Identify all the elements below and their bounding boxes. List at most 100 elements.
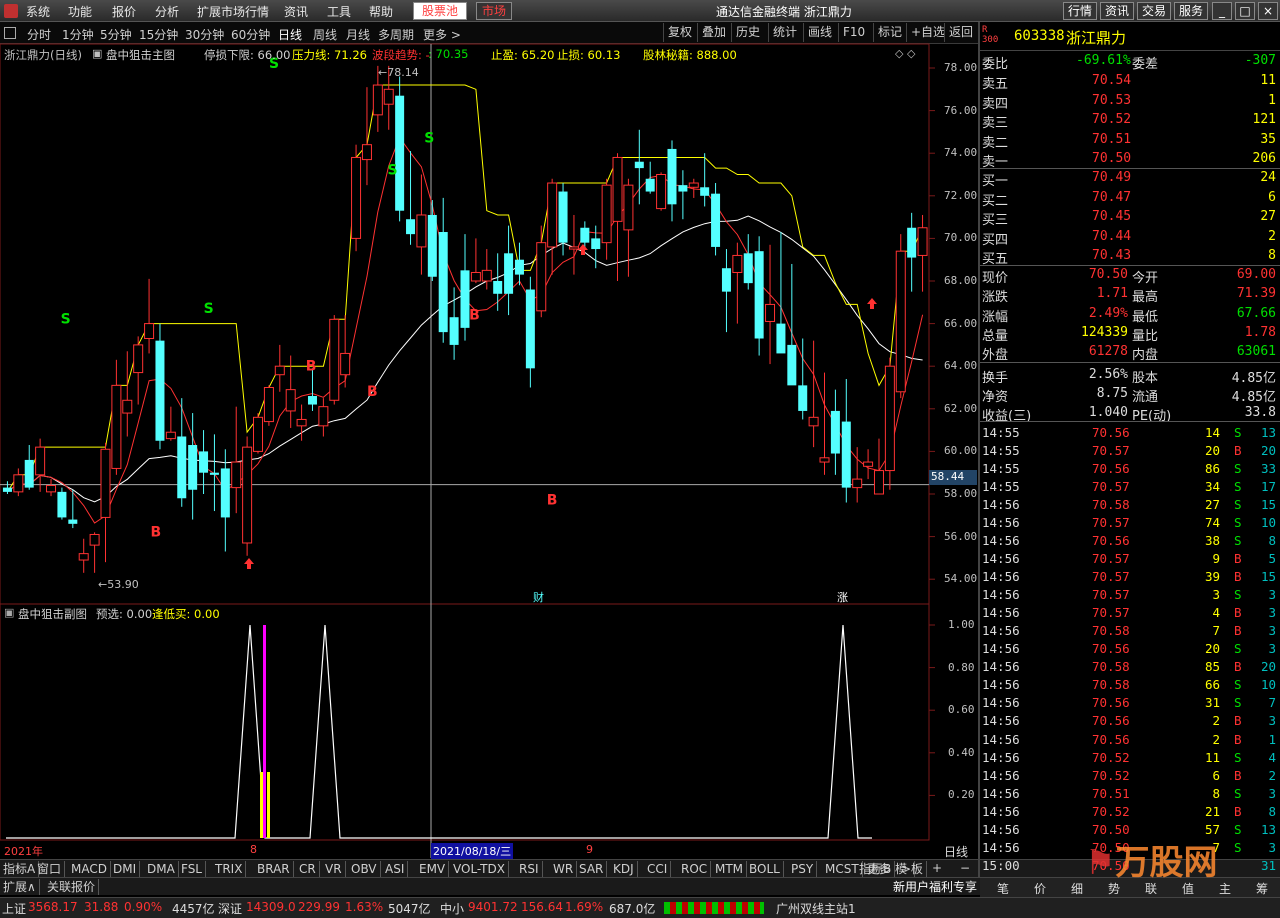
crosshair-date-label: 2021/08/18/三 bbox=[431, 843, 514, 859]
indicator-tab-emv[interactable]: EMV bbox=[416, 861, 450, 877]
welfare-link[interactable]: 新用户福利专享 bbox=[890, 879, 982, 895]
ask-row[interactable]: 卖二 70.51 35 bbox=[980, 131, 1280, 151]
tick-row: 14:55 70.56 86 S 33 bbox=[980, 460, 1280, 478]
news-tab-button[interactable]: 资讯 bbox=[1100, 2, 1134, 20]
candle-body-up bbox=[318, 406, 329, 427]
add-tab-icon[interactable]: + bbox=[932, 861, 942, 875]
indicator-right-tab[interactable]: 指标B bbox=[856, 861, 896, 877]
indicator-tab-psy[interactable]: PSY bbox=[788, 861, 818, 877]
indicator-tab-fsl[interactable]: FSL bbox=[178, 861, 206, 877]
bid-row[interactable]: 买五 70.43 8 bbox=[980, 247, 1280, 267]
ask-volume: 11 bbox=[1260, 73, 1276, 88]
settings-icon[interactable]: ▣ bbox=[92, 47, 102, 60]
candle-body-up bbox=[144, 323, 155, 340]
indicator-tab-dma[interactable]: DMA bbox=[144, 861, 179, 877]
indicator-tab-dmi[interactable]: DMI bbox=[110, 861, 141, 877]
indicator-tab-cr[interactable]: CR bbox=[296, 861, 320, 877]
indicator-tab-mtm[interactable]: MTM bbox=[712, 861, 748, 877]
expand-tab[interactable]: 扩展∧ bbox=[0, 879, 40, 895]
trade-tab-button[interactable]: 交易 bbox=[1137, 2, 1171, 20]
diamond-icon[interactable]: ◇ ◇ bbox=[895, 47, 915, 60]
ask-row[interactable]: 卖五 70.54 11 bbox=[980, 72, 1280, 92]
indicator-tab-sar[interactable]: SAR bbox=[576, 861, 608, 877]
sub-settings-icon[interactable]: ▣ bbox=[4, 606, 14, 619]
quote-value: 8.75 bbox=[1096, 385, 1128, 401]
candle-body-down bbox=[460, 270, 470, 328]
tick-row: 14:56 70.57 9 B 5 bbox=[980, 550, 1280, 568]
indicator-tab-vr[interactable]: VR bbox=[322, 861, 346, 877]
tick-time: 14:56 bbox=[982, 497, 1020, 513]
close-icon[interactable]: × bbox=[1258, 2, 1278, 20]
right-bottom-tab[interactable]: 筹 bbox=[1247, 880, 1277, 897]
tick-side: S bbox=[1234, 587, 1242, 603]
candle-body-down bbox=[68, 519, 78, 524]
ask-row[interactable]: 卖三 70.52 121 bbox=[980, 111, 1280, 131]
indicator-tab-macd[interactable]: MACD bbox=[68, 861, 111, 877]
right-bottom-tab[interactable]: 笔 bbox=[988, 880, 1018, 897]
quote-value: 124339 bbox=[1081, 324, 1128, 340]
indicator-tab-roc[interactable]: ROC bbox=[678, 861, 712, 877]
tick-count: 3 bbox=[1268, 641, 1276, 657]
service-tab-button[interactable]: 服务 bbox=[1174, 2, 1208, 20]
ytick-label: 74.00 bbox=[944, 146, 978, 160]
indicator-right-tab[interactable]: 模 板 bbox=[892, 861, 927, 877]
tick-side: S bbox=[1234, 839, 1242, 855]
tick-count: 3 bbox=[1268, 623, 1276, 639]
right-bottom-tab[interactable]: 价 bbox=[1025, 880, 1055, 897]
indicator-tab-vol-tdx[interactable]: VOL-TDX bbox=[450, 861, 509, 877]
candle-body-up bbox=[612, 156, 623, 222]
quote-tab-button[interactable]: 行情 bbox=[1063, 2, 1097, 20]
ytick-label: 62.00 bbox=[944, 401, 978, 415]
bid-row[interactable]: 买三 70.45 27 bbox=[980, 208, 1280, 228]
candle-body-up bbox=[852, 478, 863, 489]
candle-body-down bbox=[406, 219, 416, 235]
minimize-icon[interactable]: _ bbox=[1212, 2, 1232, 20]
tick-time: 14:56 bbox=[982, 695, 1020, 711]
kline-chart[interactable]: SSSSSBBBBB←78.14←53.90财涨 bbox=[0, 0, 978, 860]
main-indicator-name[interactable]: 盘中狙击主图 bbox=[106, 47, 175, 63]
tick-price: 70.56 bbox=[1092, 641, 1130, 657]
tick-count: 20 bbox=[1260, 659, 1276, 675]
quote-row: 现价 70.50 今开 69.00 bbox=[980, 266, 1280, 286]
maximize-icon[interactable]: □ bbox=[1235, 2, 1255, 20]
indicator-tab-窗口[interactable]: 窗口 bbox=[34, 861, 66, 877]
candle-body-down bbox=[776, 323, 786, 354]
tick-count: 3 bbox=[1268, 785, 1276, 801]
candle-body-down bbox=[155, 340, 165, 441]
ask-row[interactable]: 卖四 70.53 1 bbox=[980, 92, 1280, 112]
indicator-tab-rsi[interactable]: RSI bbox=[516, 861, 543, 877]
candle-body-up bbox=[884, 365, 895, 472]
ask-label: 卖三 bbox=[982, 116, 1009, 131]
candle-body-up bbox=[263, 387, 274, 423]
tick-price: 70.52 bbox=[1092, 749, 1130, 765]
ytick-label: 78.00 bbox=[944, 61, 978, 74]
ticks-divider bbox=[980, 421, 1280, 422]
indicator-tab-kdj[interactable]: KDJ bbox=[610, 861, 638, 877]
bid-row[interactable]: 买一 70.49 24 bbox=[980, 169, 1280, 189]
pressure-value: 压力线: 71.26 bbox=[292, 48, 367, 62]
ask-volume: 35 bbox=[1260, 131, 1276, 147]
current-price-tag: 58.44 bbox=[929, 470, 977, 485]
ask-row[interactable]: 卖一 70.50 206 bbox=[980, 150, 1280, 170]
indicator-tab-obv[interactable]: OBV bbox=[348, 861, 381, 877]
bid-volume: 8 bbox=[1268, 248, 1276, 263]
indicator-tab-asi[interactable]: ASI bbox=[382, 861, 409, 877]
bid-row[interactable]: 买四 70.44 2 bbox=[980, 228, 1280, 248]
candle-body-up bbox=[688, 182, 699, 188]
candle-body-up bbox=[808, 416, 819, 427]
remove-tab-icon[interactable]: − bbox=[960, 861, 970, 875]
indicator-tab-cci[interactable]: CCI bbox=[644, 861, 672, 877]
sub-indicator-name[interactable]: 盘中狙击副图 bbox=[18, 606, 87, 622]
secret-value: 股林秘籍: 888.00 bbox=[643, 48, 737, 62]
related-quote-tab[interactable]: 关联报价 bbox=[44, 879, 100, 895]
tick-count: 15 bbox=[1260, 497, 1276, 513]
indicator-tab-wr[interactable]: WR bbox=[550, 861, 578, 877]
indicator-tab-trix[interactable]: TRIX bbox=[212, 861, 247, 877]
bid-row[interactable]: 买二 70.47 6 bbox=[980, 189, 1280, 209]
indicator-tab-boll[interactable]: BOLL bbox=[746, 861, 784, 877]
tick-volume: 2 bbox=[1212, 731, 1220, 747]
candle-body-down bbox=[395, 95, 405, 211]
candle-body-down bbox=[24, 459, 34, 488]
indicator-tab-brar[interactable]: BRAR bbox=[254, 861, 294, 877]
low-price-label: ←53.90 bbox=[98, 578, 139, 591]
